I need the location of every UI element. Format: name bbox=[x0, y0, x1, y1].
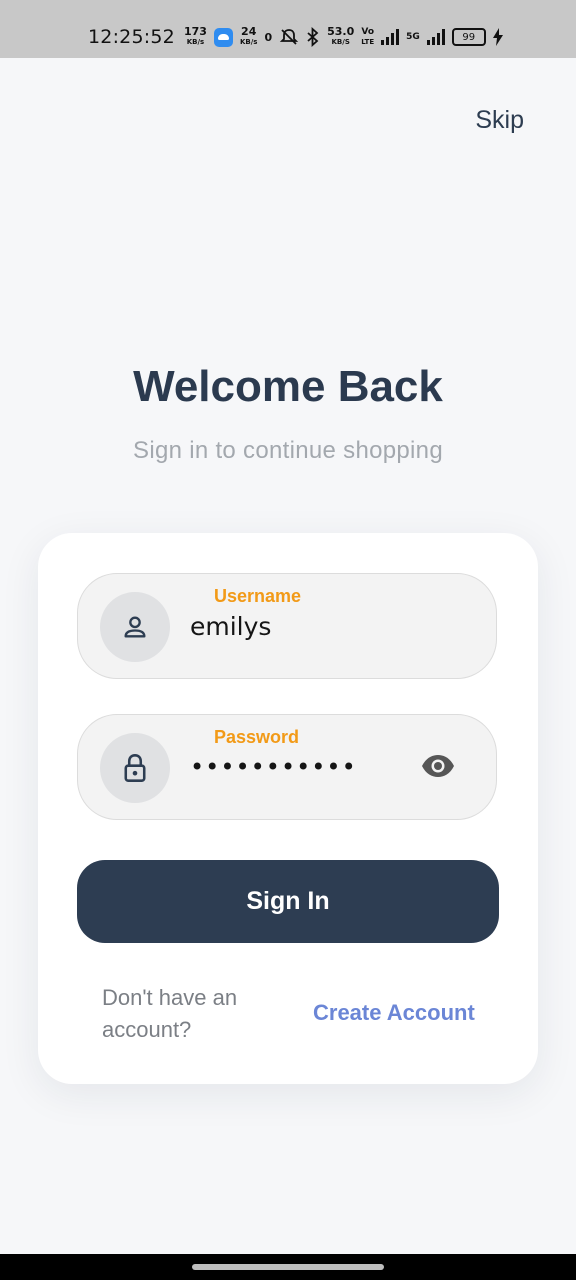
data-saver-indicator: 0 bbox=[264, 30, 273, 44]
network-speed-1: 173 KB/s bbox=[184, 25, 207, 46]
charging-icon bbox=[492, 28, 503, 46]
network-type: 5G bbox=[406, 32, 420, 42]
create-account-link[interactable]: Create Account bbox=[313, 1000, 475, 1026]
username-label: Username bbox=[214, 586, 302, 606]
skip-button[interactable]: Skip bbox=[475, 106, 524, 135]
volte-indicator: Vo LTE bbox=[361, 27, 375, 46]
password-input[interactable]: ••••••••••• bbox=[190, 753, 357, 781]
page-title: Welcome Back bbox=[133, 362, 443, 411]
signal-icon-2 bbox=[426, 29, 445, 45]
status-bar: 12:25:52 173 KB/s 24 KB/s 0 53.0 KB/S Vo… bbox=[0, 0, 576, 58]
signup-prompt: Don't have an account? bbox=[102, 985, 238, 1042]
network-speed-3: 53.0 KB/S bbox=[327, 25, 355, 46]
user-icon bbox=[100, 592, 170, 662]
mute-icon bbox=[279, 29, 299, 45]
status-time: 12:25:52 bbox=[88, 26, 175, 48]
login-card: Username emilys Password ••••••••••• Sig… bbox=[38, 533, 538, 1084]
page-subtitle: Sign in to continue shopping bbox=[133, 437, 443, 464]
navigation-bar bbox=[0, 1254, 576, 1280]
battery-icon: 99 bbox=[451, 28, 486, 46]
status-icons: 173 KB/s 24 KB/s 0 53.0 KB/S Vo LTE 5G 9… bbox=[184, 24, 503, 50]
username-field[interactable]: Username emilys bbox=[77, 573, 497, 679]
app-icon bbox=[213, 27, 233, 47]
eye-icon[interactable] bbox=[420, 751, 456, 781]
signal-icon bbox=[381, 29, 400, 45]
lock-icon bbox=[100, 733, 170, 803]
sign-in-button[interactable]: Sign In bbox=[77, 860, 499, 943]
password-field[interactable]: Password ••••••••••• bbox=[77, 714, 497, 820]
home-gesture-handle[interactable] bbox=[192, 1264, 384, 1270]
username-input[interactable]: emilys bbox=[190, 612, 271, 641]
bluetooth-icon bbox=[307, 27, 319, 47]
network-speed-2: 24 KB/s bbox=[239, 25, 258, 46]
password-label: Password bbox=[214, 727, 300, 747]
